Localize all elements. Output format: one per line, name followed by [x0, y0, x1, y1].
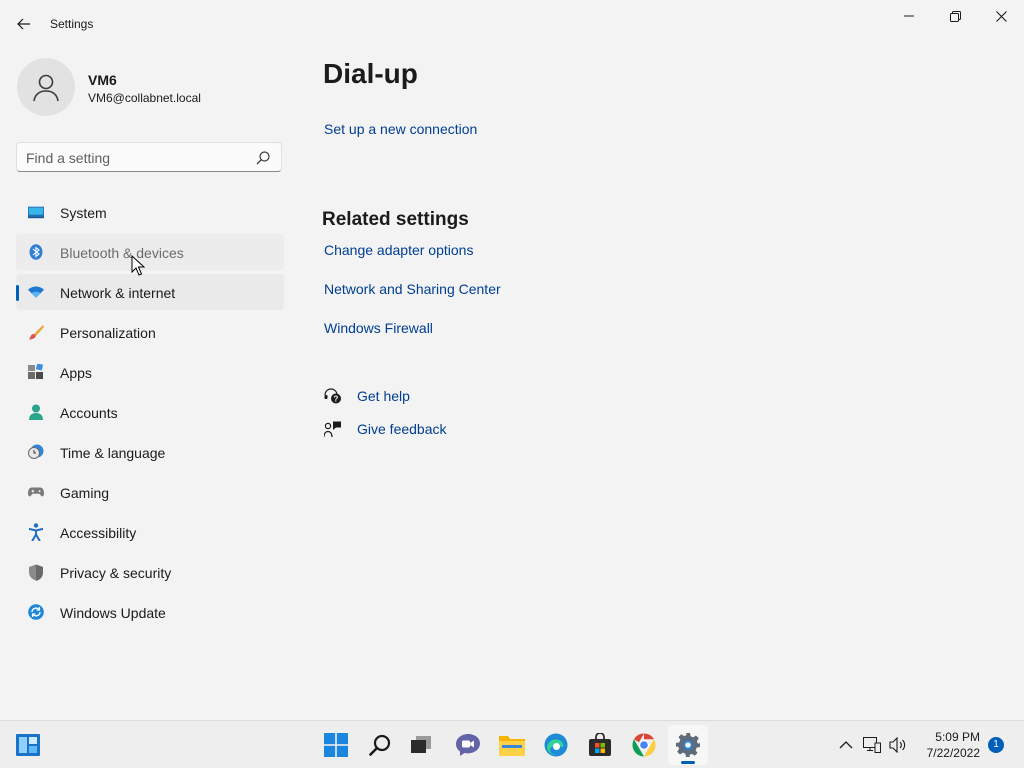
nav-item-accounts[interactable]: Accounts	[16, 394, 284, 430]
volume-icon	[889, 737, 906, 753]
nav-item-network-internet[interactable]: Network & internet	[16, 274, 284, 310]
mouse-cursor-icon	[131, 255, 145, 276]
teams-chat-button[interactable]	[448, 725, 488, 765]
nav-item-privacy-security[interactable]: Privacy & security	[16, 554, 284, 590]
back-button[interactable]	[12, 12, 36, 36]
give-feedback-link[interactable]: Give feedback	[357, 421, 447, 437]
user-profile[interactable]: VM6 VM6@collabnet.local	[17, 58, 287, 116]
windows-firewall-link[interactable]: Windows Firewall	[324, 320, 433, 336]
nav-label-privacy-security: Privacy & security	[60, 565, 172, 581]
shield-icon	[28, 564, 44, 581]
avatar	[17, 58, 75, 116]
chrome-button[interactable]	[624, 725, 664, 765]
nav-item-apps[interactable]: Apps	[16, 354, 284, 390]
system-icon	[28, 204, 44, 220]
nav-item-gaming[interactable]: Gaming	[16, 474, 284, 510]
store-icon	[589, 733, 611, 756]
edge-icon	[544, 733, 568, 757]
nav-item-accessibility[interactable]: Accessibility	[16, 514, 284, 550]
nav-label-time-language: Time & language	[60, 445, 166, 461]
start-icon	[324, 733, 348, 757]
back-arrow-icon	[17, 18, 30, 30]
nav-item-system[interactable]: System	[16, 194, 284, 230]
file-explorer-icon	[499, 736, 525, 756]
clock-time: 5:09 PM	[935, 730, 980, 744]
nav-label-apps: Apps	[60, 365, 92, 381]
restore-icon	[949, 10, 961, 22]
apps-icon	[28, 364, 44, 380]
search-icon	[369, 734, 391, 756]
nav-label-accessibility: Accessibility	[60, 525, 137, 541]
wifi-icon	[28, 284, 44, 300]
store-button[interactable]	[580, 725, 620, 765]
nav-label-accounts: Accounts	[60, 405, 118, 421]
minimize-button[interactable]	[886, 4, 932, 28]
file-explorer-button[interactable]	[492, 725, 532, 765]
update-icon	[28, 604, 44, 620]
chevron-up-icon	[839, 741, 853, 749]
search-icon[interactable]	[255, 150, 271, 166]
nav-label-bluetooth-devices: Bluetooth & devices	[60, 245, 184, 261]
settings-taskbar-button[interactable]	[668, 725, 708, 765]
change-adapter-options-link[interactable]: Change adapter options	[324, 242, 473, 258]
give-feedback-row[interactable]: Give feedback	[323, 419, 447, 439]
widgets-button[interactable]	[8, 725, 48, 765]
search-input[interactable]	[26, 149, 251, 167]
clock-date: 7/22/2022	[926, 746, 980, 760]
accessibility-icon	[28, 523, 44, 541]
taskbar-search-button[interactable]	[360, 725, 400, 765]
nav-label-personalization: Personalization	[60, 325, 156, 341]
clock-globe-icon	[28, 444, 44, 460]
network-tray-button[interactable]	[862, 735, 882, 755]
edge-button[interactable]	[536, 725, 576, 765]
get-help-row[interactable]: ? Get help	[323, 386, 410, 406]
feedback-icon	[323, 419, 343, 439]
minimize-icon	[904, 15, 914, 17]
settings-icon	[676, 733, 700, 757]
network-sharing-center-link[interactable]: Network and Sharing Center	[324, 281, 501, 297]
ethernet-icon	[863, 737, 881, 753]
nav-label-system: System	[60, 205, 107, 221]
nav-label-windows-update: Windows Update	[60, 605, 166, 621]
volume-tray-button[interactable]	[888, 735, 908, 755]
page-title: Dial-up	[323, 58, 418, 89]
app-title: Settings	[50, 17, 94, 31]
user-email: VM6@collabnet.local	[88, 91, 201, 105]
close-button[interactable]	[978, 4, 1024, 28]
taskbar: 5:09 PM 7/22/2022 1	[0, 720, 1024, 768]
svg-text:?: ?	[334, 395, 339, 404]
restore-button[interactable]	[932, 4, 978, 28]
brush-icon	[28, 324, 44, 340]
search-box[interactable]	[16, 142, 282, 172]
settings-nav: System Bluetooth & devices Network & int…	[16, 194, 284, 634]
task-view-icon	[411, 736, 431, 753]
nav-item-windows-update[interactable]: Windows Update	[16, 594, 284, 630]
nav-item-time-language[interactable]: Time & language	[16, 434, 284, 470]
taskbar-clock[interactable]: 5:09 PM 7/22/2022	[912, 729, 980, 761]
chrome-icon	[632, 733, 656, 757]
user-name: VM6	[88, 72, 117, 88]
nav-item-bluetooth-devices[interactable]: Bluetooth & devices	[16, 234, 284, 270]
accounts-icon	[28, 404, 44, 420]
get-help-link[interactable]: Get help	[357, 388, 410, 404]
bluetooth-icon	[28, 244, 44, 260]
notification-badge[interactable]: 1	[988, 737, 1004, 753]
task-view-button[interactable]	[402, 725, 442, 765]
title-bar: Settings	[0, 0, 1024, 48]
gamepad-icon	[28, 484, 44, 500]
teams-chat-icon	[456, 734, 480, 756]
related-settings-heading: Related settings	[322, 209, 469, 230]
widgets-icon	[16, 734, 40, 756]
nav-label-network-internet: Network & internet	[60, 285, 176, 301]
nav-item-personalization[interactable]: Personalization	[16, 314, 284, 350]
setup-new-connection-link[interactable]: Set up a new connection	[324, 121, 477, 137]
close-icon	[995, 10, 1007, 22]
get-help-icon: ?	[323, 386, 343, 406]
nav-label-gaming: Gaming	[60, 485, 110, 501]
person-icon	[33, 74, 59, 102]
show-hidden-icons-button[interactable]	[836, 735, 856, 755]
start-button[interactable]	[316, 725, 356, 765]
